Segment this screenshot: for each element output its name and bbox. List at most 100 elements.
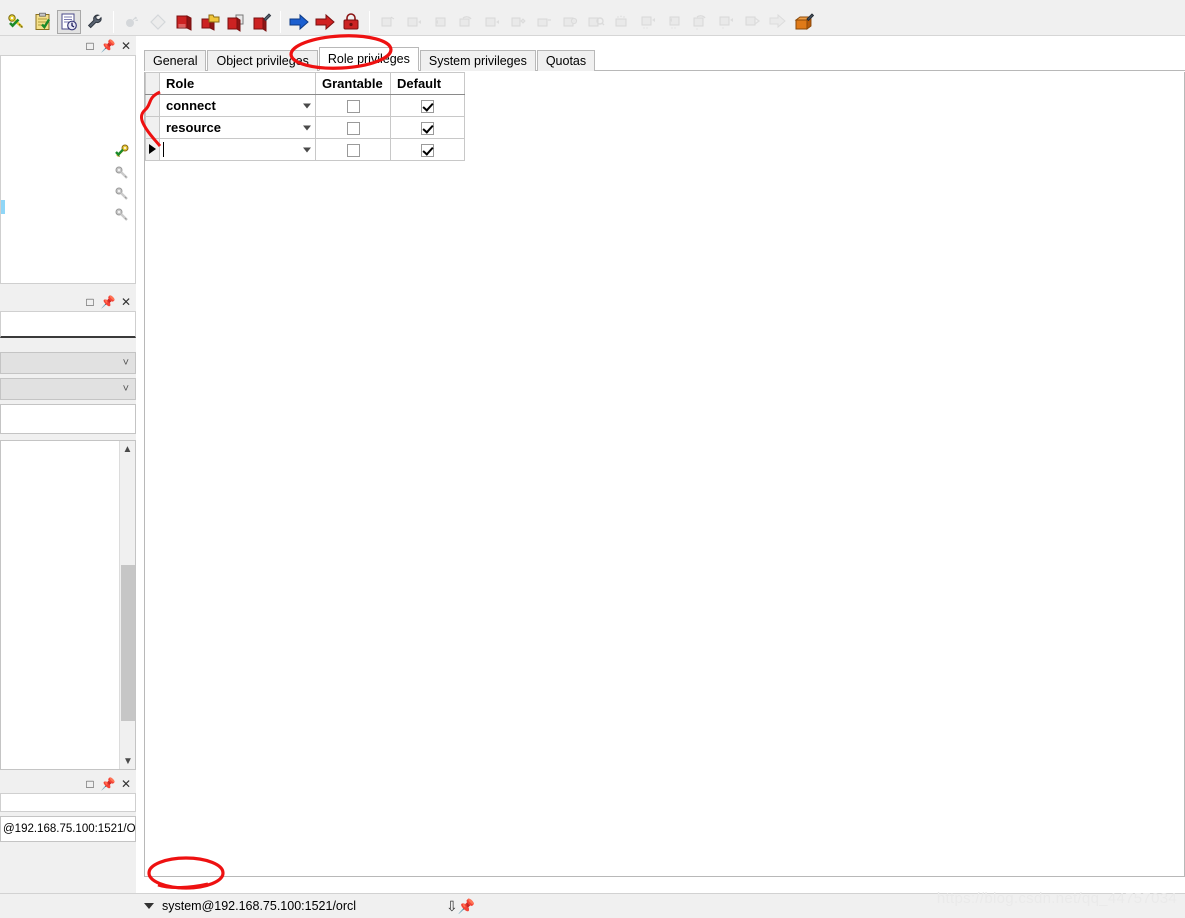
chevron-down-icon: ˅ — [122, 383, 129, 395]
role-privileges-grid[interactable]: Role Grantable Default connect resource — [145, 72, 465, 161]
tab-object-privileges[interactable]: Object privileges — [207, 50, 318, 71]
output-panel-body[interactable] — [0, 794, 136, 812]
grid-header-role[interactable]: Role — [159, 72, 316, 95]
diamond-icon — [146, 10, 170, 34]
selection-indicator — [1, 200, 5, 214]
orange-box-wrench-icon[interactable] — [792, 10, 816, 34]
chevron-down-icon[interactable] — [303, 147, 311, 152]
ghost-object-arrow2-icon — [662, 10, 686, 34]
ghost-object-arrow3-icon — [714, 10, 738, 34]
close-icon[interactable]: ✕ — [120, 39, 132, 53]
pin-icon[interactable]: 📌 — [101, 295, 116, 309]
cell-role[interactable]: connect — [159, 94, 316, 117]
gold-key-check-icon[interactable] — [114, 144, 131, 162]
toolbar-upper-row-clipped — [0, 0, 1185, 8]
scroll-down-icon[interactable]: ▼ — [120, 753, 136, 769]
toolbar-button-row — [0, 8, 817, 35]
tab-general[interactable]: General — [144, 50, 207, 71]
filter-combo-2[interactable]: ˅ — [0, 378, 136, 400]
cell-role[interactable]: resource — [159, 116, 316, 139]
grey-key-icon[interactable] — [114, 165, 131, 183]
grid-header-grantable[interactable]: Grantable — [315, 72, 391, 95]
red-book-folder-icon[interactable] — [198, 10, 222, 34]
connection-field[interactable]: @192.168.75.100:1521/OR — [0, 816, 136, 842]
restore-icon[interactable]: □ — [84, 295, 96, 309]
ghost-object-minus-icon — [532, 10, 556, 34]
keys-icon[interactable] — [5, 10, 29, 34]
ghost-object-dots-icon — [610, 10, 634, 34]
grantable-checkbox[interactable] — [346, 144, 360, 158]
cell-grantable[interactable] — [315, 94, 391, 117]
grey-key-icon[interactable] — [114, 207, 131, 225]
red-arrow-right-icon[interactable] — [313, 10, 337, 34]
cell-grantable[interactable] — [315, 116, 391, 139]
table-row[interactable]: resource — [145, 116, 465, 139]
ghost-object-share-icon — [740, 10, 764, 34]
cell-default[interactable] — [390, 116, 465, 139]
table-row[interactable]: connect — [145, 94, 465, 117]
filter-combo-1[interactable]: ˅ — [0, 352, 136, 374]
object-list[interactable]: ▲ ▼ — [0, 440, 136, 770]
pin-icon[interactable]: 📌 — [101, 39, 116, 53]
ghost-object-search-icon — [584, 10, 608, 34]
row-marker-current[interactable] — [145, 138, 160, 161]
default-checkbox[interactable] — [421, 144, 434, 158]
object-browser-panel[interactable] — [0, 56, 136, 284]
grey-key-icon[interactable] — [114, 186, 131, 204]
cell-default[interactable] — [390, 94, 465, 117]
filter-text-input[interactable] — [0, 404, 136, 434]
ghost-object-loop2-icon — [688, 10, 712, 34]
tab-quotas[interactable]: Quotas — [536, 50, 596, 71]
dock-caption-output-panel: □ 📌 ✕ — [0, 774, 136, 794]
scroll-up-icon[interactable]: ▲ — [120, 441, 135, 457]
restore-icon[interactable]: □ — [84, 777, 96, 791]
chevron-down-icon[interactable] — [303, 125, 311, 130]
cell-role-new[interactable] — [159, 138, 316, 161]
default-checkbox[interactable] — [421, 122, 434, 136]
grid-header-default[interactable]: Default — [390, 72, 465, 95]
pin-icon[interactable]: 📌 — [101, 777, 116, 791]
red-book-copy-icon[interactable] — [224, 10, 248, 34]
grantable-checkbox[interactable] — [346, 122, 360, 136]
ghost-object-refresh-icon — [376, 10, 400, 34]
dock-caption-properties-panel: □ 📌 ✕ — [0, 292, 136, 312]
close-icon[interactable]: ✕ — [120, 295, 132, 309]
chevron-down-icon[interactable] — [303, 103, 311, 108]
list-vertical-scrollbar[interactable]: ▲ ▼ — [119, 441, 135, 769]
ghost-object-forward-icon — [480, 10, 504, 34]
ghost-object-next-icon — [402, 10, 426, 34]
watermark-text: https://blog.csdn.net/qq_44757034 — [936, 890, 1177, 907]
comet-icon — [120, 10, 144, 34]
tab-role-privileges[interactable]: Role privileges — [318, 47, 419, 71]
grid-row-marker-header — [145, 72, 160, 95]
cell-grantable[interactable] — [315, 138, 391, 161]
red-book-wrench-icon[interactable] — [250, 10, 274, 34]
table-row[interactable] — [145, 138, 465, 161]
left-dock-area: □ 📌 ✕ □ 📌 ✕ ˅ ˅ ▲ ▼ □ 📌 ✕ @192.168.75.10… — [0, 36, 136, 918]
default-checkbox[interactable] — [421, 100, 434, 114]
wrench-icon[interactable] — [83, 10, 107, 34]
scrollbar-thumb[interactable] — [121, 565, 135, 721]
report-clock-icon[interactable] — [57, 10, 81, 34]
blue-arrow-right-icon[interactable] — [287, 10, 311, 34]
grantable-checkbox[interactable] — [346, 100, 360, 114]
toolbar-separator — [280, 11, 281, 33]
application-window: □ 📌 ✕ □ 📌 ✕ ˅ ˅ ▲ ▼ □ 📌 ✕ @192.168.75.10… — [0, 0, 1185, 918]
tab-system-privileges[interactable]: System privileges — [419, 50, 536, 71]
red-lock-icon[interactable] — [339, 10, 363, 34]
red-book-icon[interactable] — [172, 10, 196, 34]
row-marker[interactable] — [145, 94, 160, 117]
cell-default[interactable] — [390, 138, 465, 161]
current-row-arrow-icon — [149, 144, 156, 154]
row-marker[interactable] — [145, 116, 160, 139]
restore-icon[interactable]: □ — [84, 39, 96, 53]
ghost-object-lock-icon — [558, 10, 582, 34]
close-icon[interactable]: ✕ — [120, 777, 132, 791]
user-editor-pane: General Object privileges Role privilege… — [136, 36, 1185, 918]
pin-icon[interactable]: ⇩📌 — [446, 898, 475, 915]
main-toolbar — [0, 0, 1185, 36]
caret-down-icon[interactable] — [144, 903, 154, 909]
properties-header-strip — [0, 312, 136, 338]
clipboard-check-icon[interactable] — [31, 10, 55, 34]
ghost-object-prev-icon — [428, 10, 452, 34]
